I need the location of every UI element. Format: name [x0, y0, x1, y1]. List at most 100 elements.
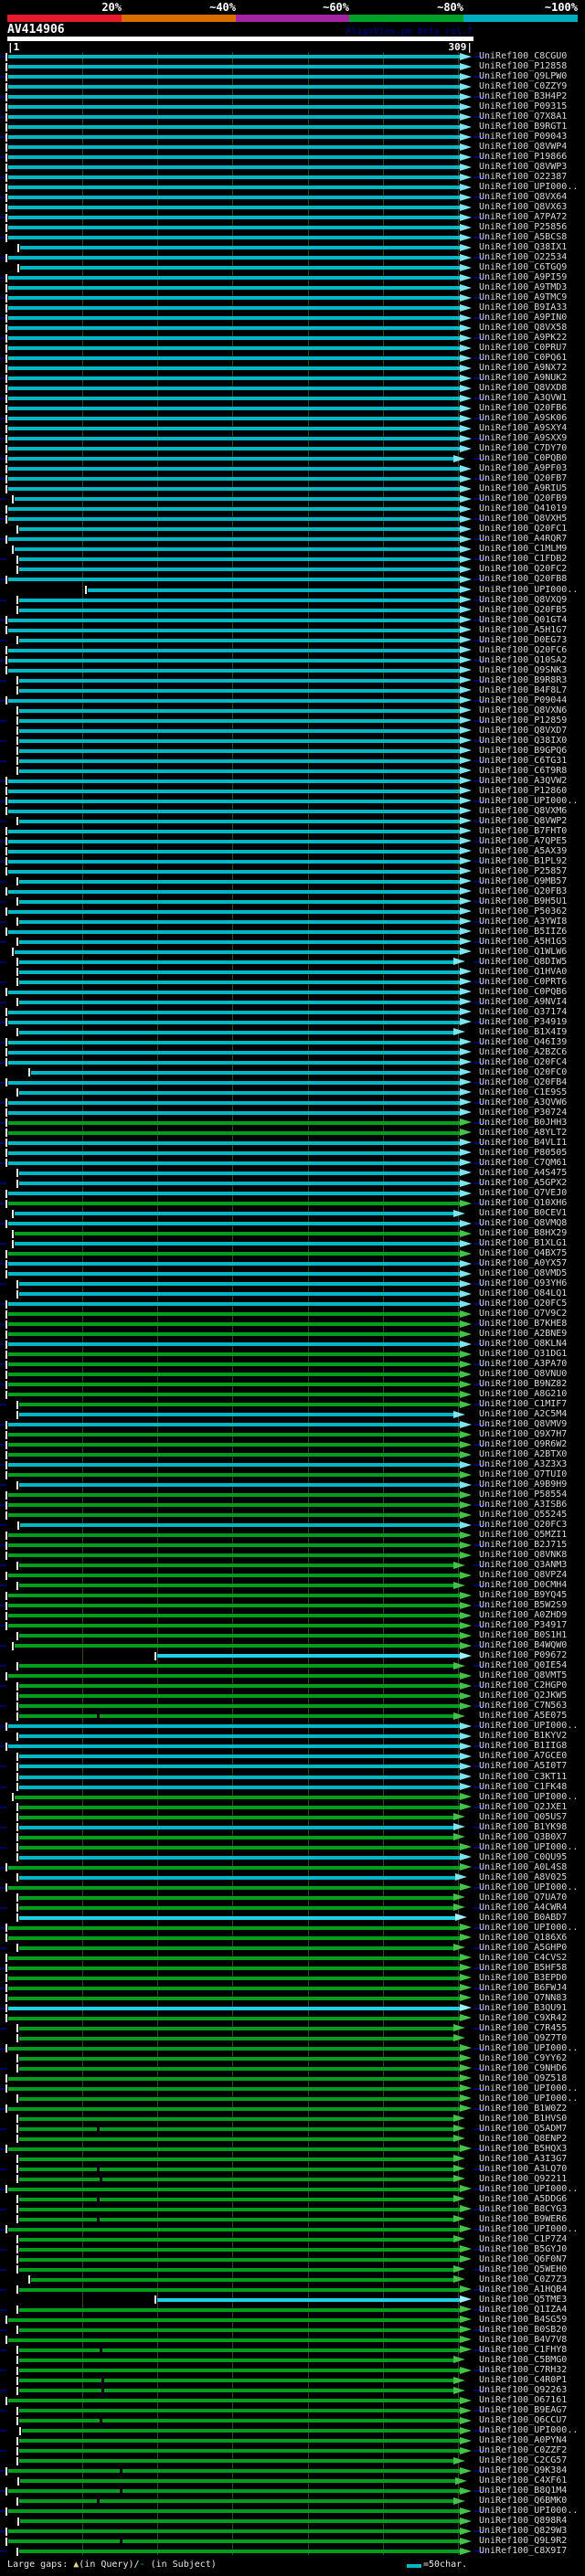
alignment-row[interactable]: UniRef100_Q2JXE1 — [0, 1802, 585, 1812]
alignment-row[interactable]: UniRef100_Q8VXN6 — [0, 705, 585, 716]
alignment-bar[interactable] — [8, 487, 460, 491]
alignment-row[interactable]: UniRef100_C1FHY8 — [0, 2345, 585, 2355]
alignment-bar[interactable] — [19, 2238, 454, 2242]
alignment-row[interactable]: UniRef100_Q8VXQ9 — [0, 595, 585, 605]
alignment-row[interactable]: UniRef100_P12858 — [0, 62, 585, 72]
alignment-bar[interactable] — [8, 75, 460, 79]
alignment-row[interactable]: UniRef100_Q46I39 — [0, 1037, 585, 1047]
alignment-row[interactable]: UniRef100_A8YLT2 — [0, 1128, 585, 1138]
alignment-row[interactable]: UniRef100_C0ZZY9 — [0, 82, 585, 92]
alignment-row[interactable]: UniRef100_Q20FB4 — [0, 1077, 585, 1087]
alignment-bar[interactable] — [19, 1292, 461, 1296]
alignment-row[interactable]: UniRef100_A3YWI8 — [0, 917, 585, 927]
alignment-row[interactable]: UniRef100_A3QVW6 — [0, 1097, 585, 1108]
alignment-bar[interactable] — [19, 2369, 461, 2372]
alignment-row[interactable]: UniRef100_Q186X6 — [0, 1933, 585, 1943]
alignment-bar[interactable] — [19, 2549, 461, 2553]
alignment-row[interactable]: UniRef100_C8CGU0 — [0, 52, 585, 62]
alignment-row[interactable]: UniRef100_P19866 — [0, 153, 585, 163]
alignment-row[interactable]: UniRef100_Q8VX64 — [0, 193, 585, 203]
alignment-row[interactable]: UniRef100_Q20FB7 — [0, 474, 585, 484]
alignment-row[interactable]: UniRef100_Q1WLW6 — [0, 947, 585, 957]
alignment-bar[interactable] — [19, 749, 461, 753]
alignment-row[interactable]: UniRef100_Q8VPZ4 — [0, 1571, 585, 1581]
alignment-bar[interactable] — [19, 1704, 461, 1708]
alignment-row[interactable]: UniRef100_UPI000.. — [0, 2224, 585, 2234]
alignment-row[interactable]: UniRef100_Q8VXD7 — [0, 726, 585, 736]
alignment-row[interactable]: UniRef100_Q8ENP2 — [0, 2134, 585, 2144]
alignment-bar[interactable] — [8, 629, 460, 632]
alignment-bar[interactable] — [8, 2087, 460, 2091]
alignment-bar[interactable] — [19, 2067, 461, 2071]
alignment-row[interactable]: UniRef100_UPI000.. — [0, 1923, 585, 1933]
alignment-row[interactable]: UniRef100_B9RGT1 — [0, 122, 585, 133]
alignment-row[interactable]: UniRef100_A0ZHD9 — [0, 1611, 585, 1621]
alignment-row[interactable]: UniRef100_A2BZC6 — [0, 1047, 585, 1057]
alignment-bar[interactable] — [8, 1393, 460, 1396]
alignment-bar[interactable] — [8, 256, 460, 260]
alignment-bar[interactable] — [8, 346, 460, 350]
alignment-bar[interactable] — [8, 659, 460, 663]
alignment-bar[interactable] — [157, 1654, 460, 1658]
alignment-bar[interactable] — [8, 165, 460, 169]
alignment-bar[interactable] — [8, 286, 460, 290]
alignment-bar[interactable] — [8, 125, 460, 129]
alignment-bar[interactable] — [8, 1111, 460, 1115]
alignment-row[interactable]: UniRef100_A9NX72 — [0, 364, 585, 374]
alignment-row[interactable]: UniRef100_B2J715 — [0, 1541, 585, 1551]
alignment-bar[interactable] — [8, 1222, 460, 1225]
alignment-bar[interactable] — [20, 246, 460, 249]
alignment-bar[interactable] — [8, 105, 460, 109]
alignment-row[interactable]: UniRef100_Q7VEJ0 — [0, 1189, 585, 1199]
alignment-row[interactable]: UniRef100_Q5MZI1 — [0, 1531, 585, 1541]
alignment-row[interactable]: UniRef100_B4WQW0 — [0, 1641, 585, 1651]
alignment-bar[interactable] — [8, 196, 460, 199]
alignment-row[interactable]: UniRef100_C0PQB0 — [0, 454, 585, 464]
alignment-row[interactable]: UniRef100_C0Z7Z3 — [0, 2274, 585, 2284]
alignment-bar[interactable] — [19, 2178, 454, 2181]
alignment-row[interactable]: UniRef100_Q898R4 — [0, 2517, 585, 2527]
alignment-bar[interactable] — [19, 920, 461, 924]
alignment-row[interactable]: UniRef100_O22387 — [0, 173, 585, 183]
alignment-row[interactable]: UniRef100_Q7X8A1 — [0, 112, 585, 122]
alignment-bar[interactable] — [8, 850, 460, 853]
alignment-row[interactable]: UniRef100_A8V025 — [0, 1872, 585, 1882]
alignment-bar[interactable] — [8, 1956, 460, 1960]
alignment-row[interactable]: UniRef100_Q8VNU0 — [0, 1370, 585, 1380]
alignment-bar[interactable] — [8, 537, 460, 541]
alignment-bar[interactable] — [8, 1997, 460, 2000]
alignment-bar[interactable] — [19, 2127, 454, 2131]
alignment-row[interactable]: UniRef100_Q84LQ1 — [0, 1289, 585, 1299]
alignment-row[interactable]: UniRef100_Q6F0N7 — [0, 2254, 585, 2264]
alignment-row[interactable]: UniRef100_UPI000.. — [0, 2507, 585, 2517]
alignment-bar[interactable] — [8, 890, 460, 894]
alignment-bar[interactable] — [8, 2077, 460, 2081]
alignment-row[interactable]: UniRef100_Q9MB57 — [0, 876, 585, 886]
alignment-bar[interactable] — [8, 1936, 460, 1940]
alignment-bar[interactable] — [8, 1744, 460, 1748]
alignment-bar[interactable] — [15, 1232, 460, 1235]
alignment-row[interactable]: UniRef100_D0CMH4 — [0, 1581, 585, 1591]
alignment-row[interactable]: UniRef100_B4F8L7 — [0, 685, 585, 695]
alignment-row[interactable]: UniRef100_P09315 — [0, 102, 585, 112]
alignment-row[interactable]: UniRef100_B9WER6 — [0, 2214, 585, 2224]
alignment-row[interactable]: UniRef100_Q9SNK3 — [0, 665, 585, 675]
alignment-bar[interactable] — [19, 1171, 461, 1175]
alignment-row[interactable]: UniRef100_Q20FB6 — [0, 404, 585, 414]
alignment-row[interactable]: UniRef100_C2CG57 — [0, 2456, 585, 2466]
alignment-bar[interactable] — [8, 830, 460, 833]
alignment-bar[interactable] — [8, 135, 460, 139]
alignment-bar[interactable] — [19, 820, 461, 823]
alignment-row[interactable]: UniRef100_A4RQR7 — [0, 535, 585, 545]
alignment-row[interactable]: UniRef100_B5IIZ6 — [0, 927, 585, 937]
alignment-row[interactable]: UniRef100_A5GPX2 — [0, 1179, 585, 1189]
alignment-row[interactable]: UniRef100_B5W2S9 — [0, 1601, 585, 1611]
alignment-row[interactable]: UniRef100_A5BCS8 — [0, 233, 585, 243]
alignment-row[interactable]: UniRef100_B1X4I9 — [0, 1027, 585, 1037]
alignment-bar[interactable] — [8, 1383, 460, 1386]
alignment-bar[interactable] — [19, 1776, 461, 1779]
alignment-row[interactable]: UniRef100_Q4BX75 — [0, 1249, 585, 1259]
alignment-bar[interactable] — [19, 689, 461, 693]
alignment-bar[interactable] — [157, 2298, 460, 2302]
alignment-row[interactable]: UniRef100_C1P7Z4 — [0, 2234, 585, 2244]
